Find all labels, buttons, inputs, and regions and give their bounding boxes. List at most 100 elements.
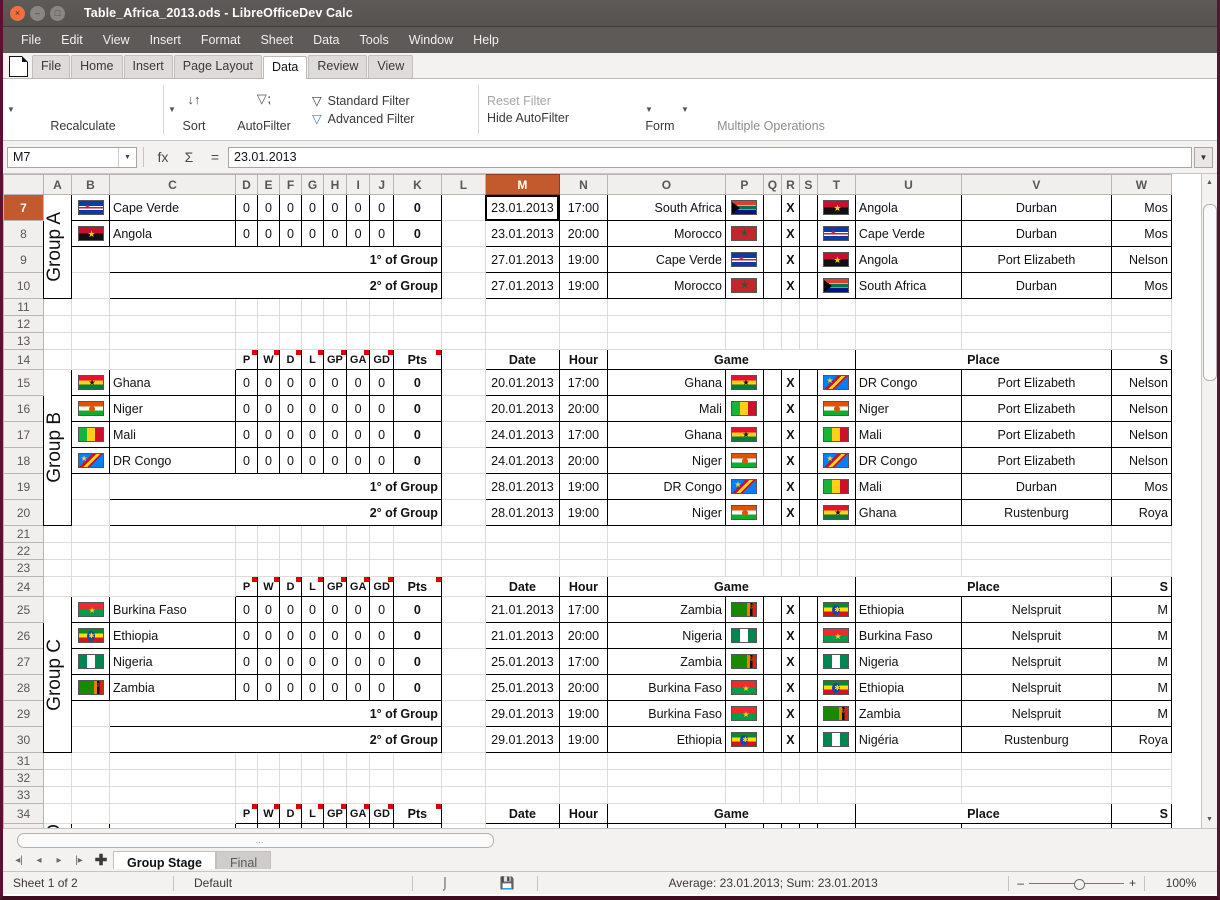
empty-cell[interactable] bbox=[71, 786, 110, 804]
empty-cell[interactable] bbox=[43, 332, 72, 350]
empty-cell[interactable] bbox=[301, 542, 324, 560]
menu-item-window[interactable]: Window bbox=[399, 30, 463, 50]
vertical-scroll-thumb[interactable] bbox=[1203, 204, 1217, 381]
column-header-U[interactable]: U bbox=[854, 174, 962, 195]
grid-cell[interactable] bbox=[762, 674, 782, 701]
column-header-N[interactable]: N bbox=[558, 174, 608, 195]
grid-cell[interactable]: 0 bbox=[235, 823, 258, 828]
grid-cell[interactable]: Ghana bbox=[606, 369, 726, 396]
grid-cell[interactable]: ★ bbox=[71, 220, 110, 247]
empty-cell[interactable] bbox=[960, 525, 1112, 543]
grid-cell[interactable]: 0 bbox=[257, 194, 280, 221]
grid-cell[interactable]: 28.01.2013 bbox=[484, 473, 560, 500]
empty-cell[interactable] bbox=[71, 298, 110, 316]
grid-cell[interactable]: ★ bbox=[724, 369, 764, 396]
empty-cell[interactable] bbox=[323, 786, 347, 804]
grid-cell[interactable]: X bbox=[780, 194, 800, 221]
empty-cell[interactable] bbox=[1110, 752, 1172, 770]
row-header-30[interactable]: 30 bbox=[3, 726, 44, 753]
grid-cell[interactable]: GD bbox=[369, 803, 394, 824]
empty-cell[interactable] bbox=[724, 525, 764, 543]
empty-cell[interactable] bbox=[43, 576, 72, 597]
empty-cell[interactable] bbox=[798, 315, 818, 333]
grid-cell[interactable]: 0 bbox=[257, 596, 280, 623]
empty-cell[interactable] bbox=[257, 298, 280, 316]
empty-cell[interactable] bbox=[235, 542, 258, 560]
zoom-slider[interactable]: – + bbox=[1009, 876, 1144, 890]
empty-cell[interactable] bbox=[484, 298, 560, 316]
empty-cell[interactable] bbox=[71, 473, 110, 500]
empty-cell[interactable] bbox=[854, 752, 962, 770]
horizontal-scroll-thumb[interactable]: ⋯ bbox=[17, 832, 494, 848]
empty-cell[interactable] bbox=[724, 559, 764, 577]
grid-cell[interactable]: DR Congo bbox=[109, 447, 236, 474]
grid-cell[interactable]: 19:00 bbox=[558, 272, 608, 299]
grid-cell[interactable]: 23.01.2013 bbox=[484, 220, 560, 247]
empty-cell[interactable] bbox=[71, 542, 110, 560]
row-header-11[interactable]: 11 bbox=[3, 298, 44, 316]
empty-cell[interactable] bbox=[484, 786, 560, 804]
grid-cell[interactable]: M bbox=[1110, 622, 1172, 649]
empty-cell[interactable] bbox=[440, 622, 486, 649]
grid-cell[interactable]: 0 bbox=[323, 596, 347, 623]
scroll-up-icon[interactable]: ▲ bbox=[1204, 177, 1215, 188]
grid-cell[interactable]: 0 bbox=[392, 220, 442, 247]
empty-cell[interactable] bbox=[440, 395, 486, 422]
empty-cell[interactable] bbox=[257, 752, 280, 770]
grid-cell[interactable]: 27.01.2013 bbox=[484, 272, 560, 299]
empty-cell[interactable] bbox=[606, 315, 726, 333]
grid-cell[interactable]: ☪ bbox=[71, 823, 110, 828]
menu-item-file[interactable]: File bbox=[11, 30, 51, 50]
grid-cell[interactable] bbox=[798, 648, 818, 675]
empty-cell[interactable] bbox=[323, 525, 347, 543]
empty-cell[interactable] bbox=[301, 298, 324, 316]
grid-cell[interactable]: W bbox=[257, 576, 280, 597]
empty-cell[interactable] bbox=[440, 648, 486, 675]
menu-item-sheet[interactable]: Sheet bbox=[250, 30, 303, 50]
grid-cell[interactable]: Hour bbox=[558, 803, 608, 824]
row-header-20[interactable]: 20 bbox=[3, 499, 44, 526]
multiple-operations-dropdown-icon[interactable]: ▼ bbox=[681, 105, 689, 114]
grid-cell[interactable]: Durban bbox=[960, 473, 1112, 500]
column-header-V[interactable]: V bbox=[960, 174, 1112, 195]
grid-cell[interactable]: Ethiopia bbox=[854, 596, 962, 623]
grid-cell[interactable]: Group D bbox=[43, 823, 72, 828]
grid-cell[interactable]: 0 bbox=[392, 369, 442, 396]
grid-cell[interactable]: 0 bbox=[369, 823, 394, 828]
grid-cell[interactable] bbox=[798, 499, 818, 526]
grid-cell[interactable]: 0 bbox=[279, 447, 302, 474]
empty-cell[interactable] bbox=[257, 559, 280, 577]
empty-cell[interactable] bbox=[345, 786, 371, 804]
row-header-13[interactable]: 13 bbox=[3, 332, 44, 350]
grid-cell[interactable]: M bbox=[1110, 674, 1172, 701]
empty-cell[interactable] bbox=[301, 786, 324, 804]
grid-cell[interactable]: Niger bbox=[109, 395, 236, 422]
grid-cell[interactable]: 0 bbox=[323, 369, 347, 396]
empty-cell[interactable] bbox=[606, 786, 726, 804]
column-header-H[interactable]: H bbox=[323, 174, 347, 195]
empty-cell[interactable] bbox=[440, 700, 486, 727]
grid-cell[interactable] bbox=[724, 622, 764, 649]
empty-cell[interactable] bbox=[1110, 786, 1172, 804]
grid-cell[interactable]: Zambia bbox=[606, 648, 726, 675]
empty-cell[interactable] bbox=[392, 542, 442, 560]
grid-cell[interactable]: Nelson bbox=[1110, 369, 1172, 396]
grid-cell[interactable]: Ivory Coast bbox=[606, 823, 726, 828]
menu-item-tools[interactable]: Tools bbox=[350, 30, 399, 50]
empty-cell[interactable] bbox=[43, 559, 72, 577]
grid-cell[interactable]: 0 bbox=[345, 596, 371, 623]
empty-cell[interactable] bbox=[279, 525, 302, 543]
empty-cell[interactable] bbox=[109, 542, 236, 560]
multiple-operations-button[interactable]: Multiple Operations bbox=[697, 119, 845, 140]
grid-cell[interactable]: D bbox=[279, 803, 302, 824]
grid-cell[interactable]: Nelson bbox=[1110, 447, 1172, 474]
grid-cell[interactable] bbox=[724, 194, 764, 221]
row-header-25[interactable]: 25 bbox=[3, 596, 44, 623]
grid-cell[interactable]: L bbox=[301, 803, 324, 824]
grid-cell[interactable]: Burkina Faso bbox=[109, 596, 236, 623]
grid-cell[interactable]: P bbox=[235, 803, 258, 824]
empty-cell[interactable] bbox=[369, 769, 394, 787]
grid-cell[interactable] bbox=[71, 421, 110, 448]
empty-cell[interactable] bbox=[780, 298, 800, 316]
grid-cell[interactable] bbox=[816, 726, 856, 753]
